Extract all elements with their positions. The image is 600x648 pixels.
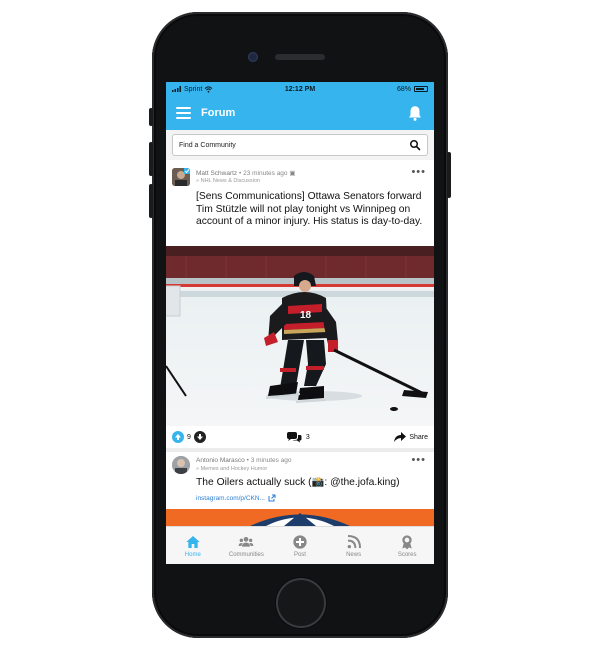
- post-image[interactable]: 18: [166, 246, 434, 426]
- home-icon: [186, 535, 200, 548]
- scores-icon: [402, 534, 412, 549]
- menu-icon[interactable]: [176, 107, 191, 119]
- mute-switch: [149, 108, 153, 126]
- external-link-icon: [268, 494, 276, 502]
- battery-icon: [413, 86, 428, 92]
- downvote-icon[interactable]: [193, 431, 206, 443]
- volume-down-button: [149, 184, 153, 218]
- home-button[interactable]: [276, 578, 326, 628]
- signal-icon: [172, 86, 181, 92]
- communities-icon: [239, 536, 254, 547]
- tab-label: News: [346, 551, 362, 558]
- status-bar: Sprint 12:12 PM 68%: [166, 82, 434, 96]
- avatar[interactable]: [172, 456, 190, 474]
- vote-controls: 9: [172, 431, 206, 443]
- more-options-icon[interactable]: •••: [411, 167, 426, 178]
- earpiece-speaker: [275, 54, 325, 60]
- share-label: Share: [409, 433, 428, 441]
- power-button: [447, 152, 451, 198]
- link-text: instagram.com/p/CKN...: [196, 494, 265, 502]
- tab-post[interactable]: Post: [273, 527, 327, 564]
- search-placeholder: Find a Community: [179, 141, 236, 149]
- search-bar: Find a Community: [166, 130, 434, 160]
- post-meta: Matt Schwartz • 23 minutes ago ▣: [196, 170, 296, 177]
- bottom-tab-bar: Home Communities Post News Scores: [166, 526, 434, 564]
- tab-home[interactable]: Home: [166, 527, 220, 564]
- status-right: 68%: [343, 86, 428, 93]
- tab-label: Scores: [397, 551, 417, 558]
- vote-count: 9: [187, 433, 191, 441]
- share-icon: [394, 432, 407, 442]
- comment-count: 3: [305, 433, 310, 441]
- post-image[interactable]: [166, 509, 434, 526]
- status-left: Sprint: [172, 86, 257, 93]
- bell-icon[interactable]: [406, 104, 424, 122]
- carrier-name: Sprint: [184, 85, 203, 93]
- post-author[interactable]: Matt Schwartz: [196, 170, 237, 177]
- camera-icon: ▣: [289, 170, 296, 177]
- post-author[interactable]: Antonio Marasco: [196, 457, 245, 464]
- wifi-icon: [204, 85, 213, 93]
- share-button[interactable]: Share: [394, 432, 428, 442]
- community-name: Memes and Hockey Humor: [200, 466, 268, 472]
- app-screen: Sprint 12:12 PM 68% Forum Find a Communi…: [166, 82, 434, 564]
- tab-scores[interactable]: Scores: [380, 527, 434, 564]
- status-time: 12:12 PM: [284, 85, 316, 93]
- tab-label: Home: [184, 551, 201, 558]
- search-input[interactable]: Find a Community: [172, 134, 428, 156]
- post-time: 23 minutes ago: [243, 170, 288, 177]
- community-name: NHL News & Discussion: [200, 178, 260, 184]
- post-community[interactable]: » Memes and Hockey Humor: [196, 466, 267, 472]
- upvote-icon[interactable]: [172, 431, 184, 443]
- tab-label: Post: [293, 551, 306, 558]
- avatar[interactable]: [172, 168, 190, 186]
- post-link[interactable]: instagram.com/p/CKN...: [196, 494, 276, 502]
- more-options-icon[interactable]: •••: [411, 455, 426, 466]
- post-meta: Antonio Marasco • 3 minutes ago: [196, 457, 292, 464]
- comments-icon: [286, 431, 302, 442]
- app-header: Forum: [166, 96, 434, 130]
- comments-button[interactable]: 3: [286, 431, 310, 443]
- post-icon: [293, 534, 307, 549]
- volume-up-button: [149, 142, 153, 176]
- tab-label: Communities: [228, 551, 264, 558]
- svg-text:18: 18: [300, 310, 312, 321]
- post-title[interactable]: The Oilers actually suck (📸: @the.jofa.k…: [196, 477, 426, 490]
- post-title[interactable]: [Sens Communications] Ottawa Senators fo…: [196, 191, 426, 229]
- tab-communities[interactable]: Communities: [220, 527, 274, 564]
- feed-post[interactable]: Antonio Marasco • 3 minutes ago » Memes …: [166, 452, 434, 512]
- post-actions: 9 3 Share: [166, 426, 434, 448]
- tab-news[interactable]: News: [327, 527, 381, 564]
- post-time: 3 minutes ago: [250, 457, 292, 464]
- post-community[interactable]: » NHL News & Discussion: [196, 178, 260, 184]
- feed-post[interactable]: Matt Schwartz • 23 minutes ago ▣ » NHL N…: [166, 164, 434, 448]
- front-camera: [248, 52, 258, 62]
- news-icon: [347, 534, 361, 548]
- search-icon[interactable]: [409, 139, 421, 151]
- page-title: Forum: [201, 107, 236, 119]
- battery-percent: 68%: [396, 85, 411, 93]
